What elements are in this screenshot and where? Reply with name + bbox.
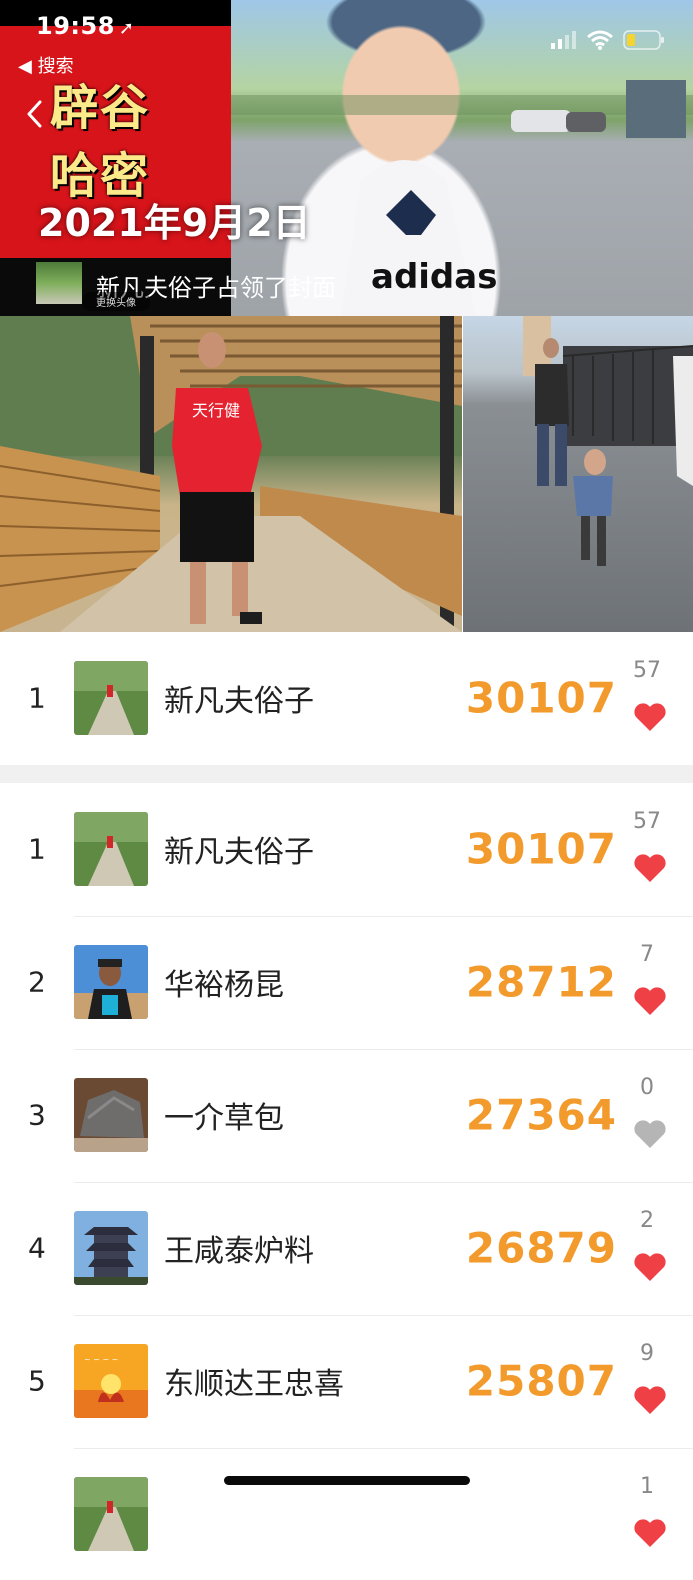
system-status-icons: [551, 30, 665, 50]
avatar[interactable]: [74, 661, 148, 735]
svg-text:~ ~ ~ ~: ~ ~ ~ ~: [84, 1355, 118, 1364]
heart-icon[interactable]: [633, 1252, 667, 1282]
heart-icon[interactable]: [633, 1518, 667, 1548]
avatar[interactable]: [74, 1477, 148, 1551]
avatar-path-photo: [74, 1477, 148, 1551]
status-time: 19:58 ➚: [36, 12, 135, 40]
row-divider: [74, 1182, 693, 1183]
row-divider: [74, 1315, 693, 1316]
heart-icon[interactable]: [633, 702, 667, 732]
rank-row[interactable]: 3 一介草包 27364 0: [0, 1049, 693, 1181]
cover-user-avatar[interactable]: [36, 262, 82, 304]
step-count: 28712: [465, 957, 617, 1007]
step-count: 30107: [465, 673, 617, 723]
heart-icon[interactable]: [633, 1119, 667, 1149]
photo-mother-child-illustration: [523, 316, 693, 566]
cover-date: 2021年9月2日: [38, 201, 311, 245]
location-arrow-icon: ➚: [118, 18, 135, 39]
like-count: 2: [640, 1208, 654, 1233]
rank-number: 3: [28, 1098, 46, 1132]
photo-man-walking-illustration: 天行健: [0, 316, 462, 632]
step-count: 30107: [465, 824, 617, 874]
avatar-swans-photo: ~ ~ ~ ~: [74, 1344, 148, 1418]
avatar[interactable]: [74, 1211, 148, 1285]
svg-text:天行健: 天行健: [192, 401, 240, 420]
avatar-path-photo: [74, 661, 148, 735]
avatar[interactable]: [74, 812, 148, 886]
like-count: 0: [640, 1075, 654, 1100]
photo-mother-child[interactable]: [463, 316, 693, 632]
row-divider: [74, 1049, 693, 1050]
rank-row[interactable]: 1 新凡夫俗子 30107 57: [0, 783, 693, 915]
user-name: 新凡夫俗子: [164, 835, 314, 870]
rank-number: 2: [28, 965, 46, 999]
svg-text:adidas: adidas: [371, 257, 497, 297]
photo-man-walking[interactable]: 天行健: [0, 316, 462, 632]
user-name: 新凡夫俗子: [164, 684, 314, 719]
rank-row[interactable]: 1: [0, 1448, 693, 1580]
avatar-runner-photo: [74, 945, 148, 1019]
like-count: 7: [640, 942, 654, 967]
like-count: 9: [640, 1341, 654, 1366]
heart-icon[interactable]: [633, 853, 667, 883]
avatar[interactable]: ~ ~ ~ ~: [74, 1344, 148, 1418]
home-indicator[interactable]: [224, 1476, 470, 1485]
avatar[interactable]: [74, 945, 148, 1019]
cover-banner[interactable]: adidas 19:58 ➚ ◀ 搜索 辟谷 哈密 2021年9月2日 新凡夫俗…: [0, 0, 693, 316]
user-name: 一介草包: [164, 1101, 284, 1136]
avatar[interactable]: [74, 1078, 148, 1152]
row-divider: [74, 1448, 693, 1449]
user-name: 华裕杨昆: [164, 968, 284, 1003]
wifi-icon: [587, 30, 613, 50]
row-divider: [74, 916, 693, 917]
step-count: 25807: [465, 1356, 617, 1406]
like-count: 57: [633, 658, 661, 683]
step-count: 27364: [465, 1090, 617, 1140]
avatar-rock-photo: [74, 1078, 148, 1152]
battery-icon: [623, 30, 664, 50]
heart-icon[interactable]: [633, 986, 667, 1016]
rank-row[interactable]: 4 王咸泰炉料 26879 2: [0, 1182, 693, 1314]
my-rank-row[interactable]: 1 新凡夫俗子 30107 57: [0, 632, 693, 764]
back-chevron-icon[interactable]: [26, 100, 44, 128]
rank-number: 1: [28, 681, 46, 715]
change-avatar-button[interactable]: 更换头像: [82, 292, 150, 311]
like-count: 57: [633, 809, 661, 834]
heart-icon[interactable]: [633, 1385, 667, 1415]
section-separator: [0, 765, 693, 783]
user-name: 王咸泰炉料: [164, 1234, 314, 1269]
step-count: 26879: [465, 1223, 617, 1273]
rank-number: 1: [28, 832, 46, 866]
rank-number: 5: [28, 1364, 46, 1398]
avatar-pagoda-photo: [74, 1211, 148, 1285]
user-name: 东顺达王忠喜: [164, 1367, 344, 1402]
signal-icon: [551, 31, 576, 49]
avatar-path-photo: [74, 812, 148, 886]
like-count: 1: [640, 1474, 654, 1499]
cover-title: 辟谷 哈密: [50, 80, 151, 204]
rank-row[interactable]: 2 华裕杨昆 28712 7: [0, 916, 693, 1048]
rank-row[interactable]: 5 ~ ~ ~ ~ 东顺达王忠喜 25807 9: [0, 1315, 693, 1447]
rank-number: 4: [28, 1231, 46, 1265]
